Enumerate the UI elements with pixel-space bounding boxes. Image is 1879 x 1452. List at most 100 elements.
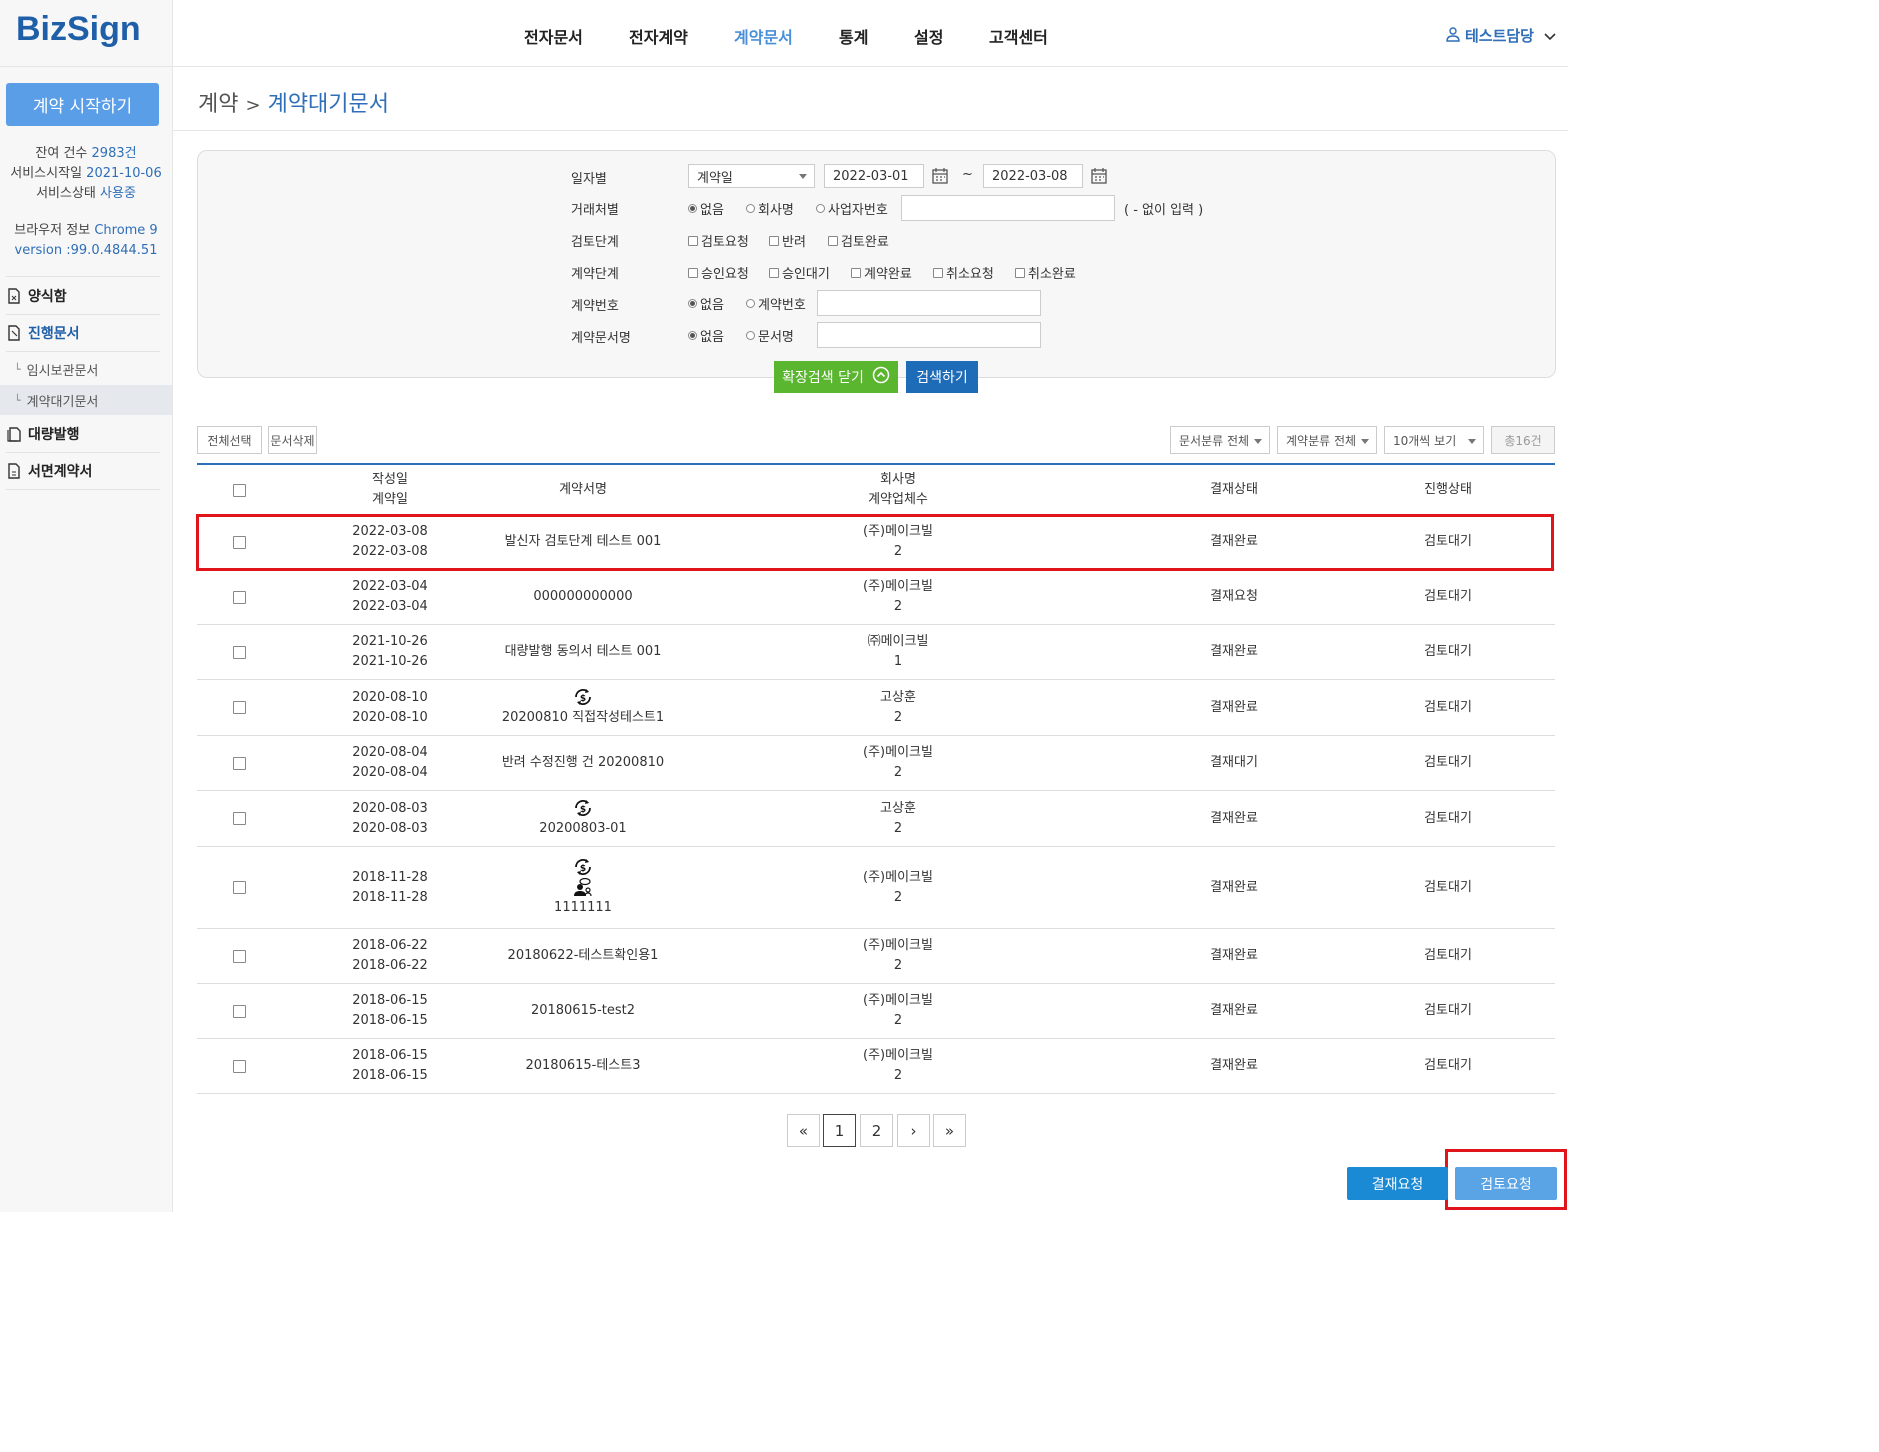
document-type-select[interactable]: 문서분류 전체 [1170, 426, 1270, 454]
row-approval-status: 결재완료 [1210, 1058, 1258, 1073]
page-first-button[interactable]: « [787, 1114, 820, 1147]
row-approval-status: 결재완료 [1210, 1003, 1258, 1018]
row-approval-status: 결재완료 [1210, 879, 1258, 895]
per-page-select[interactable]: 10개씩 보기 [1384, 426, 1484, 454]
contract-type-select[interactable]: 계약분류 전체 [1277, 426, 1377, 454]
row-checkbox[interactable] [232, 949, 246, 963]
table-row[interactable]: 2018-06-22 2018-06-22 20180622-테스트확인용1 (주)메… [197, 929, 1555, 984]
docname-radio-none[interactable]: 없음 [688, 326, 724, 345]
stack-document-icon [6, 426, 22, 442]
review-checkbox-request[interactable]: 검토요청 [688, 231, 749, 250]
table-row[interactable]: 2020-08-04 2020-08-04 반려 수정진행 건 20200810 (주… [197, 736, 1555, 791]
sub-marker-icon: └ [14, 362, 21, 376]
row-dates: 2018-06-15 2018-06-15 [352, 1048, 428, 1083]
delete-document-button[interactable]: 문서삭제 [268, 426, 317, 454]
row-contract-name[interactable]: $20200810 직접작성테스트1 [483, 680, 683, 735]
document-name-input[interactable] [817, 322, 1041, 348]
start-contract-button[interactable]: 계약 시작하기 [6, 83, 159, 126]
review-checkbox-rejected[interactable]: 반려 [769, 231, 806, 250]
contract-checkbox-cancel-complete[interactable]: 취소완료 [1015, 263, 1076, 282]
user-menu[interactable]: 테스트담당 [1445, 25, 1556, 46]
row-approval-status: 결재완료 [1210, 644, 1258, 659]
page-1-button[interactable]: 1 [823, 1114, 856, 1147]
row-checkbox[interactable] [232, 756, 246, 770]
contract-checkbox-complete[interactable]: 계약완료 [851, 263, 912, 282]
row-contract-name[interactable]: 20180615-테스트3 [483, 1039, 683, 1093]
row-checkbox[interactable] [232, 645, 246, 659]
partner-input[interactable] [901, 195, 1115, 221]
row-checkbox[interactable] [232, 812, 246, 825]
row-checkbox[interactable] [232, 881, 246, 894]
row-approval-status: 결재완료 [1210, 810, 1258, 826]
partner-radio-none[interactable]: 없음 [688, 199, 724, 218]
number-radio-none[interactable]: 없음 [688, 294, 724, 313]
contract-stage-label: 계약단계 [571, 267, 619, 282]
highlight-box [196, 514, 1554, 571]
top-navigation: 전자문서 전자계약 계약문서 통계 설정 고객센터 테스트담당 [173, 0, 1568, 67]
row-contract-name[interactable]: 대량발행 동의서 테스트 001 [483, 625, 683, 679]
review-request-button[interactable]: 검토요청 [1455, 1167, 1557, 1200]
search-button[interactable]: 검색하기 [906, 361, 978, 393]
partner-radio-company[interactable]: 회사명 [746, 199, 794, 218]
row-checkbox[interactable] [232, 1004, 246, 1018]
row-contract-name[interactable]: 20180622-테스트확인용1 [483, 929, 683, 983]
table-row[interactable]: 2018-06-15 2018-06-15 20180615-테스트3 (주)메이크빌… [197, 1039, 1555, 1094]
review-checkbox-complete[interactable]: 검토완료 [828, 231, 889, 250]
row-checkbox[interactable] [232, 701, 246, 714]
sidebar-item-drafts[interactable]: └ 임시보관문서 [0, 354, 172, 384]
header-progress-status: 진행상태 [1424, 482, 1472, 497]
table-row[interactable]: 2021-10-26 2021-10-26 대량발행 동의서 테스트 001 ㈜메이크… [197, 625, 1555, 680]
browser-info: 브라우저 정보 Chrome 9 [14, 223, 158, 238]
partner-radio-bizno[interactable]: 사업자번호 [816, 199, 888, 218]
contract-checkbox-approval-wait[interactable]: 승인대기 [769, 263, 830, 282]
sidebar-item-bulk-issue[interactable]: 대량발행 [6, 416, 160, 453]
sidebar-item-pending-contracts[interactable]: └ 계약대기문서 [0, 385, 172, 415]
row-checkbox[interactable] [232, 590, 246, 604]
select-all-checkbox[interactable] [232, 483, 246, 497]
sidebar-item-templates[interactable]: 양식함 [6, 278, 160, 315]
table-row[interactable]: 2018-06-15 2018-06-15 20180615-test2 (주)메이크… [197, 984, 1555, 1039]
docname-radio-docname[interactable]: 문서명 [746, 326, 794, 345]
sidebar-item-in-progress[interactable]: 진행문서 [6, 315, 160, 352]
date-to-input[interactable]: 2022-03-08 [983, 164, 1083, 188]
contract-checkbox-approval-request[interactable]: 승인요청 [688, 263, 749, 282]
page-last-button[interactable]: » [933, 1114, 966, 1147]
number-radio-number[interactable]: 계약번호 [746, 294, 806, 313]
collapse-search-button[interactable]: 확장검색 닫기 [774, 361, 898, 393]
row-contract-name[interactable]: 000000000000 [483, 570, 683, 624]
table-row[interactable]: 2020-08-10 2020-08-10 $20200810 직접작성테스트1 고상… [197, 680, 1555, 736]
contract-number-input[interactable] [817, 290, 1041, 316]
header-dates: 작성일 계약일 [372, 472, 408, 507]
row-contract-name[interactable]: 반려 수정진행 건 20200810 [483, 736, 683, 790]
menu-e-documents[interactable]: 전자문서 [524, 24, 583, 48]
browser-version: version :99.0.4844.51 [14, 243, 158, 258]
row-contract-name[interactable]: 20180615-test2 [483, 984, 683, 1038]
menu-statistics[interactable]: 통계 [839, 24, 868, 48]
bizsign-logo[interactable]: BizSign [16, 10, 141, 49]
contract-checkbox-cancel-request[interactable]: 취소요청 [933, 263, 994, 282]
document-icon [6, 288, 22, 304]
page-2-button[interactable]: 2 [860, 1114, 893, 1147]
row-contract-name[interactable]: $1111111 [483, 847, 683, 928]
table-row[interactable]: 2020-08-03 2020-08-03 $20200803-01 고상훈 2 결재완료… [197, 791, 1555, 847]
table-row[interactable]: 2018-11-28 2018-11-28 $1111111 (주)메이크빌 2 결재완료… [197, 847, 1555, 929]
menu-customer-center[interactable]: 고객센터 [989, 24, 1048, 48]
row-checkbox[interactable] [232, 1059, 246, 1073]
header-approval-status: 결재상태 [1210, 482, 1258, 497]
menu-contract-documents[interactable]: 계약문서 [734, 24, 793, 48]
menu-e-contracts[interactable]: 전자계약 [629, 24, 688, 48]
row-company: (주)메이크빌 2 [863, 745, 933, 780]
date-type-select[interactable]: 계약일 [688, 164, 815, 188]
menu-settings[interactable]: 설정 [914, 24, 943, 48]
sidebar-item-paper-contracts[interactable]: 서면계약서 [6, 453, 160, 490]
approval-request-button[interactable]: 결재요청 [1347, 1167, 1448, 1200]
row-contract-name[interactable]: $20200803-01 [483, 791, 683, 846]
table-row[interactable]: 2022-03-04 2022-03-04 000000000000 (주)메이크빌 2… [197, 570, 1555, 625]
page-next-button[interactable]: › [897, 1114, 930, 1147]
calendar-icon[interactable] [1091, 168, 1107, 184]
row-dates: 2018-06-15 2018-06-15 [352, 993, 428, 1028]
date-from-input[interactable]: 2022-03-01 [824, 164, 924, 188]
calendar-icon[interactable] [932, 168, 948, 184]
page-title: 계약대기문서 [267, 92, 390, 117]
select-all-button[interactable]: 전체선택 [197, 426, 262, 454]
